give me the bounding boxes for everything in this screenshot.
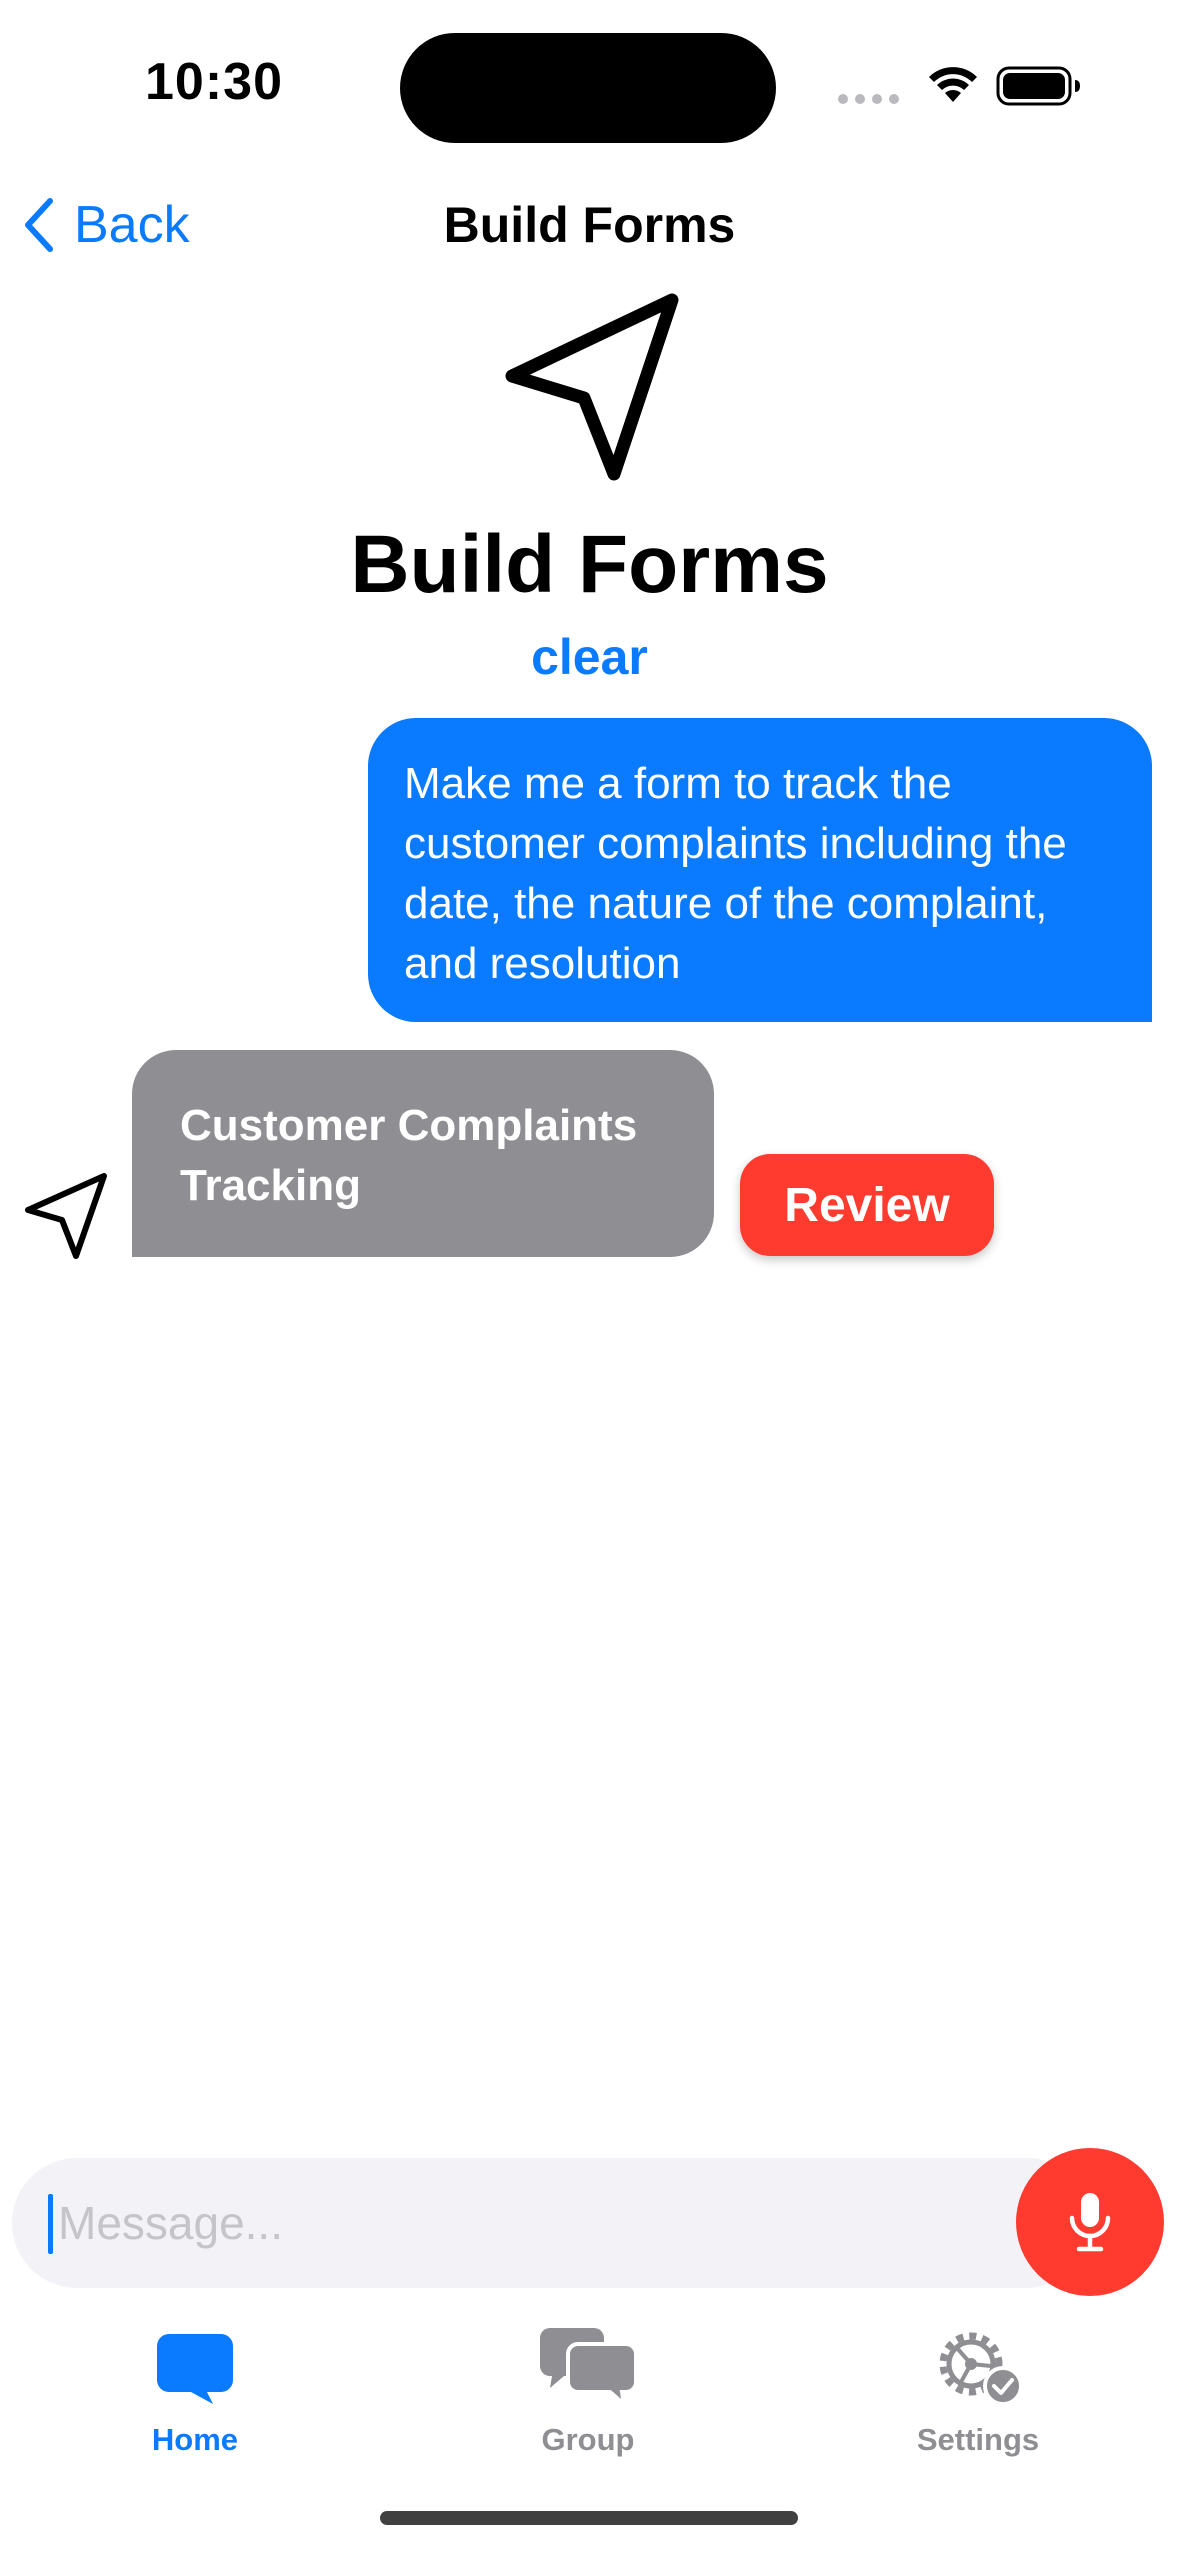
tab-label: Home (151, 2422, 239, 2457)
chat-bubble-icon (157, 2334, 233, 2404)
message-bar (12, 2158, 1092, 2288)
message-input[interactable] (58, 2158, 1008, 2288)
microphone-icon (1069, 2193, 1111, 2252)
text-caret (48, 2194, 53, 2254)
battery-icon (996, 66, 1080, 106)
tab-home[interactable]: Home (75, 2318, 315, 2478)
app-screen: 10:30 Back Build Forms Build Forms clear… (0, 0, 1179, 2556)
dynamic-island (400, 33, 776, 143)
review-button[interactable]: Review (740, 1154, 994, 1256)
wifi-icon (929, 67, 977, 102)
status-indicators (838, 60, 1083, 110)
bot-message-bubble[interactable]: Customer Complaints Tracking (132, 1050, 714, 1257)
paper-plane-icon (505, 293, 679, 481)
nav-title: Build Forms (443, 197, 736, 253)
tab-group[interactable]: Group (468, 2318, 708, 2478)
cellular-signal-icon (838, 94, 899, 104)
tab-settings[interactable]: Settings (858, 2318, 1098, 2478)
settings-gear-icon (939, 2332, 1023, 2406)
microphone-button[interactable] (1016, 2148, 1164, 2296)
user-message-bubble: Make me a form to track the customer com… (368, 718, 1152, 1022)
tab-label: Settings (916, 2422, 1040, 2457)
tab-label: Group (541, 2422, 635, 2457)
page-title: Build Forms (350, 519, 829, 610)
group-chat-icon (540, 2328, 638, 2406)
clear-button[interactable]: clear (0, 628, 1179, 686)
status-time: 10:30 (145, 53, 283, 111)
home-indicator[interactable] (380, 2511, 798, 2525)
paper-plane-icon (25, 1173, 107, 1259)
